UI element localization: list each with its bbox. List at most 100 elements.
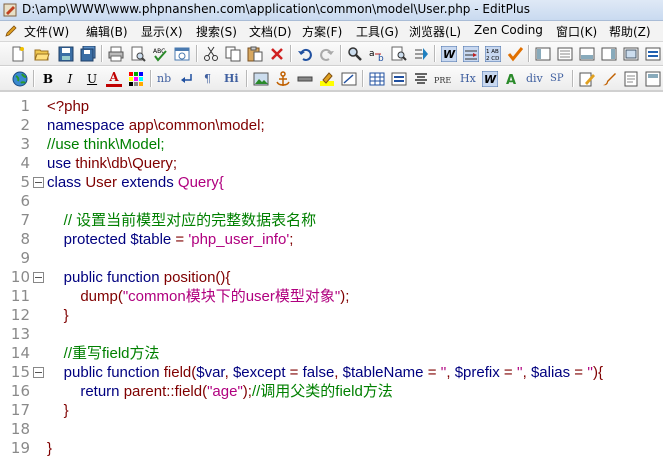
goto-line-icon[interactable] <box>413 46 429 62</box>
code-line[interactable]: 4 use think\db\Query; <box>0 154 663 173</box>
globe-icon[interactable] <box>12 71 28 87</box>
nbsp-button[interactable]: nb <box>157 71 171 87</box>
fullscreen-icon[interactable] <box>623 46 639 62</box>
menu-help[interactable]: 帮助(Z) <box>609 23 651 40</box>
word-wrap-icon[interactable]: W <box>441 46 457 62</box>
table-icon[interactable] <box>369 71 385 87</box>
paragraph-button[interactable]: ¶ <box>204 71 211 87</box>
italic-button[interactable]: I <box>62 71 78 87</box>
code-text: } <box>47 306 69 325</box>
code-line[interactable]: 11 dump("common模块下的user模型对象"); <box>0 287 663 306</box>
center-align-icon[interactable] <box>413 71 429 87</box>
heading-button[interactable]: Hi <box>224 71 239 87</box>
code-line[interactable]: 17 } <box>0 401 663 420</box>
underline-button[interactable]: U <box>84 71 100 87</box>
image-icon[interactable] <box>253 71 269 87</box>
template-icon[interactable] <box>645 71 661 87</box>
brush-icon[interactable] <box>601 71 617 87</box>
cut-icon[interactable] <box>203 46 219 62</box>
delete-icon[interactable] <box>269 46 285 62</box>
code-line[interactable]: 12 } <box>0 306 663 325</box>
document-icon[interactable] <box>623 71 639 87</box>
font-color-button[interactable]: A <box>106 71 122 87</box>
menu-edit[interactable]: 编辑(B) <box>86 23 128 40</box>
line-number: 13 <box>10 325 30 343</box>
fold-toggle-icon[interactable] <box>33 272 44 283</box>
find-in-files-icon[interactable] <box>391 46 407 62</box>
open-folder-icon[interactable] <box>34 46 50 62</box>
output-window-icon[interactable] <box>579 46 595 62</box>
code-token: think\db\Query; <box>75 155 178 172</box>
comment-icon[interactable] <box>341 71 357 87</box>
paste-icon[interactable] <box>247 46 263 62</box>
color-picker-icon[interactable] <box>128 71 144 87</box>
code-line[interactable]: 10 public function position(){ <box>0 268 663 287</box>
menu-document[interactable]: 文档(D) <box>249 23 292 40</box>
fold-toggle-icon[interactable] <box>33 367 44 378</box>
menu-tools[interactable]: 工具(G) <box>356 23 399 40</box>
code-line[interactable]: 19} <box>0 439 663 458</box>
div-button[interactable]: div <box>526 71 543 87</box>
browser-preview-icon[interactable] <box>174 46 190 62</box>
code-text: //重写field方法 <box>47 344 160 363</box>
menu-search[interactable]: 搜索(S) <box>196 23 237 40</box>
menu-bar: 文件(W) 编辑(B) 显示(X) 搜索(S) 文档(D) 方案(F) 工具(G… <box>0 21 663 42</box>
code-text: //use think\Model; <box>47 135 165 154</box>
menu-zen-coding[interactable]: Zen Coding <box>474 23 543 37</box>
bold-button[interactable]: B <box>40 71 56 87</box>
redo-icon[interactable] <box>319 46 335 62</box>
line-number-icon[interactable]: 1 AB2 CD <box>485 46 501 62</box>
save-all-icon[interactable] <box>80 46 96 62</box>
print-preview-icon[interactable] <box>130 46 146 62</box>
code-editor[interactable]: 1 <?php 2 namespace app\common\model; 3 //use… <box>0 91 663 462</box>
code-line[interactable]: 5 class User extends Query{ <box>0 173 663 192</box>
menu-view[interactable]: 显示(X) <box>141 23 183 40</box>
undo-icon[interactable] <box>297 46 313 62</box>
spell-check-icon[interactable]: ABC <box>152 46 168 62</box>
code-line[interactable]: 6 <box>0 192 663 211</box>
menu-file[interactable]: 文件(W) <box>24 23 69 40</box>
options-icon[interactable] <box>645 46 661 62</box>
horizontal-rule-icon[interactable] <box>297 71 313 87</box>
copy-icon[interactable] <box>225 46 241 62</box>
heading-hx-button[interactable]: Hx <box>460 71 476 87</box>
print-icon[interactable] <box>108 46 124 62</box>
document-selector-icon[interactable] <box>535 46 551 62</box>
ruler-icon[interactable] <box>463 46 479 62</box>
code-line[interactable]: 3 //use think\Model; <box>0 135 663 154</box>
code-token: return <box>47 383 124 400</box>
code-token: // 设置当前模型对应的完整数据表名称 <box>47 212 317 229</box>
edit-note-icon[interactable] <box>579 71 595 87</box>
find-icon[interactable] <box>347 46 363 62</box>
menu-browser[interactable]: 浏览器(L) <box>409 23 461 40</box>
menu-window[interactable]: 窗口(K) <box>556 23 597 40</box>
code-line[interactable]: 14 //重写field方法 <box>0 344 663 363</box>
code-line[interactable]: 8 protected $table = 'php_user_info'; <box>0 230 663 249</box>
word-wrap-active-icon[interactable]: W <box>482 71 498 87</box>
pre-button[interactable]: PRE <box>434 73 451 89</box>
code-line[interactable]: 18 <box>0 420 663 439</box>
code-token: , <box>334 364 343 381</box>
span-button[interactable]: SP <box>550 71 564 87</box>
code-line[interactable]: 15 public function field($var, $except =… <box>0 363 663 382</box>
menu-project[interactable]: 方案(F) <box>302 23 342 40</box>
code-line[interactable]: 16 return parent::field("age");//调用父类的fi… <box>0 382 663 401</box>
cliptext-window-icon[interactable] <box>601 46 617 62</box>
code-line[interactable]: 7 // 设置当前模型对应的完整数据表名称 <box>0 211 663 230</box>
code-line[interactable]: 13 <box>0 325 663 344</box>
code-line[interactable]: 1 <?php <box>0 97 663 116</box>
directory-window-icon[interactable] <box>557 46 573 62</box>
fold-toggle-icon[interactable] <box>33 177 44 188</box>
line-break-icon[interactable] <box>179 71 195 87</box>
code-token: extends <box>121 174 178 191</box>
form-icon[interactable] <box>391 71 407 87</box>
save-icon[interactable] <box>58 46 74 62</box>
highlight-icon[interactable] <box>319 71 335 87</box>
anchor-icon[interactable] <box>275 71 291 87</box>
code-line[interactable]: 2 namespace app\common\model; <box>0 116 663 135</box>
new-file-icon[interactable] <box>10 46 26 62</box>
font-icon[interactable]: A <box>504 71 520 87</box>
check-mark-icon[interactable] <box>507 46 523 62</box>
code-line[interactable]: 9 <box>0 249 663 268</box>
replace-icon[interactable]: ab <box>369 46 385 62</box>
